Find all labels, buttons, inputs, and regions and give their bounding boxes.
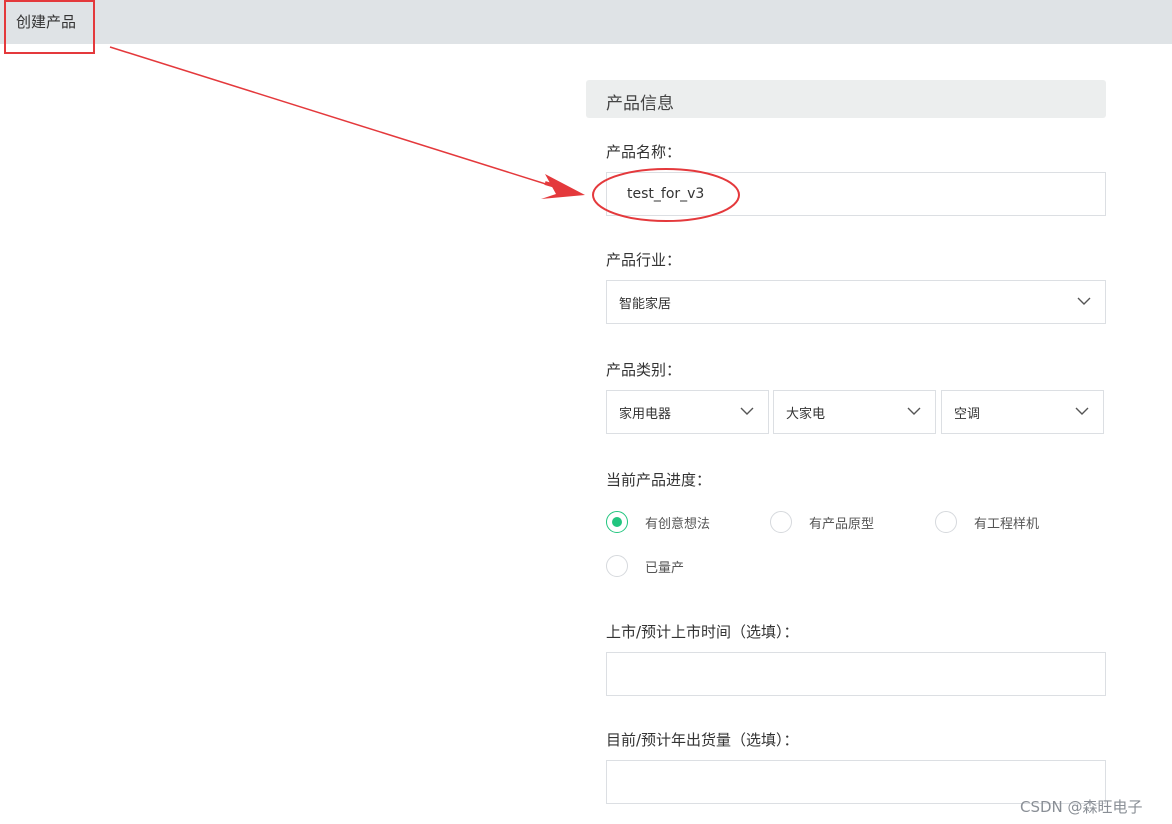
- industry-select[interactable]: 智能家居: [606, 280, 1106, 324]
- annotation-highlight-box: [4, 0, 95, 54]
- annotation-arrow-line: [109, 46, 569, 192]
- radio-label-engineering-sample: 有工程样机: [974, 517, 1040, 532]
- radio-label-mass-production: 已量产: [645, 561, 685, 576]
- section-title: 产品信息: [606, 94, 674, 114]
- category-select-level3[interactable]: 空调: [941, 390, 1104, 434]
- chevron-down-icon: [1075, 407, 1089, 415]
- annotation-arrow-head: [541, 174, 585, 199]
- progress-label: 当前产品进度：: [606, 471, 712, 489]
- product-name-input[interactable]: test_for_v3: [606, 172, 1106, 216]
- industry-select-value: 智能家居: [619, 297, 672, 312]
- radio-prototype[interactable]: [770, 511, 792, 533]
- radio-label-idea: 有创意想法: [645, 517, 711, 532]
- product-name-label: 产品名称：: [606, 143, 682, 161]
- category-select-level2[interactable]: 大家电: [773, 390, 936, 434]
- chevron-down-icon: [1077, 297, 1091, 305]
- watermark: CSDN @森旺电子: [1020, 798, 1143, 816]
- industry-label: 产品行业：: [606, 251, 682, 269]
- category-level3-value: 空调: [954, 407, 981, 422]
- chevron-down-icon: [907, 407, 921, 415]
- page: 创建产品 产品信息 产品名称： test_for_v3 产品行业： 智能家居 产…: [0, 0, 1172, 824]
- radio-mass-production[interactable]: [606, 555, 628, 577]
- category-select-level1[interactable]: 家用电器: [606, 390, 769, 434]
- radio-idea[interactable]: [606, 511, 628, 533]
- annotation-arrow-shaft: [544, 181, 570, 192]
- section-header: 产品信息: [586, 80, 1106, 118]
- radio-label-prototype: 有产品原型: [809, 517, 875, 532]
- launch-time-label: 上市/预计上市时间（选填）：: [606, 623, 799, 641]
- category-level2-value: 大家电: [786, 407, 826, 422]
- radio-engineering-sample[interactable]: [935, 511, 957, 533]
- chevron-down-icon: [740, 407, 754, 415]
- category-level1-value: 家用电器: [619, 407, 672, 422]
- launch-time-input[interactable]: [606, 652, 1106, 696]
- top-bar: 创建产品: [0, 0, 1172, 44]
- category-label: 产品类别：: [606, 361, 682, 379]
- annual-shipment-label: 目前/预计年出货量（选填）：: [606, 731, 799, 749]
